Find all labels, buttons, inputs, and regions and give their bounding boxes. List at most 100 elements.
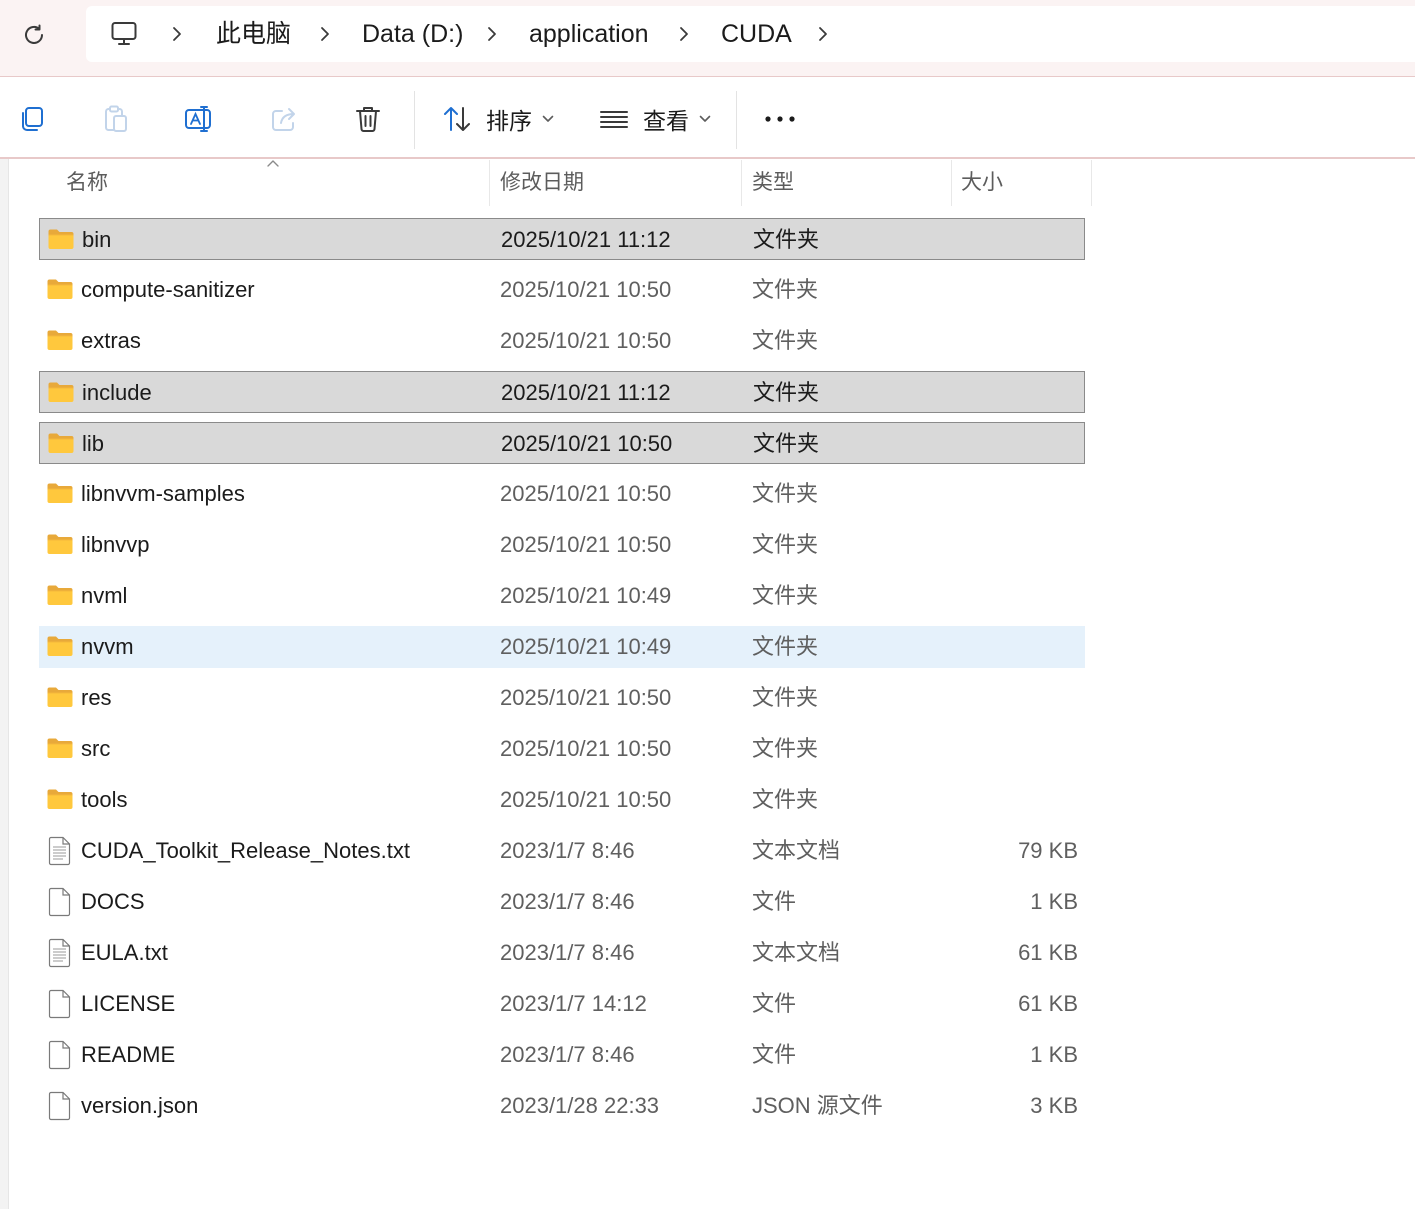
view-list-icon — [600, 111, 628, 128]
column-divider[interactable] — [951, 160, 952, 206]
breadcrumb-chevron-icon[interactable] — [484, 23, 500, 45]
rename-icon — [185, 106, 211, 132]
file-row[interactable]: libnvvp 2025/10/21 10:50 文件夹 — [39, 524, 1085, 566]
toolbar-divider — [414, 91, 415, 149]
file-modified-date: 2023/1/28 22:33 — [500, 1093, 660, 1118]
refresh-button[interactable] — [14, 17, 54, 53]
breadcrumb-item-application[interactable]: application — [529, 18, 649, 50]
file-type: 文件夹 — [753, 227, 820, 252]
file-type: 文件夹 — [752, 328, 819, 353]
text-file-icon — [48, 938, 76, 968]
delete-button[interactable] — [350, 101, 386, 137]
file-type: 文本文档 — [752, 940, 841, 965]
file-modified-date: 2025/10/21 10:50 — [500, 277, 672, 302]
folder-icon — [46, 787, 74, 813]
file-type: 文件夹 — [753, 380, 820, 405]
file-row[interactable]: compute-sanitizer 2025/10/21 10:50 文件夹 — [39, 269, 1085, 311]
copy-button[interactable] — [14, 101, 50, 137]
file-row[interactable]: version.json 2023/1/28 22:33 JSON 源文件 3 KB — [39, 1085, 1085, 1127]
file-type: 文件夹 — [752, 532, 819, 557]
file-row[interactable]: lib 2025/10/21 10:50 文件夹 — [39, 422, 1085, 464]
view-label: 查看 — [643, 108, 689, 134]
paste-icon — [105, 105, 127, 132]
column-type-header[interactable]: 类型 — [752, 160, 794, 206]
file-type: JSON 源文件 — [752, 1093, 883, 1118]
file-row[interactable]: LICENSE 2023/1/7 14:12 文件 61 KB — [39, 983, 1085, 1025]
rename-button[interactable] — [182, 101, 218, 137]
file-name: extras — [81, 328, 141, 353]
file-row[interactable]: extras 2025/10/21 10:50 文件夹 — [39, 320, 1085, 362]
refresh-icon — [25, 24, 43, 44]
this-pc-button[interactable] — [108, 18, 140, 50]
more-icon — [765, 116, 795, 122]
column-divider[interactable] — [1091, 160, 1092, 206]
file-type: 文件夹 — [753, 431, 820, 456]
file-name: EULA.txt — [81, 940, 168, 965]
file-type: 文件夹 — [752, 481, 819, 506]
folder-icon — [46, 685, 74, 711]
sort-menu-button[interactable]: 排序 — [442, 99, 554, 139]
file-row[interactable]: DOCS 2023/1/7 8:46 文件 1 KB — [39, 881, 1085, 923]
breadcrumb-item-this-pc[interactable]: 此电脑 — [216, 18, 291, 50]
file-modified-date: 2025/10/21 10:49 — [500, 583, 672, 608]
folder-icon — [47, 431, 75, 457]
file-row[interactable]: libnvvm-samples 2025/10/21 10:50 文件夹 — [39, 473, 1085, 515]
folder-icon — [46, 634, 74, 660]
file-name: nvvm — [81, 634, 134, 659]
more-options-button[interactable] — [762, 101, 798, 137]
file-row[interactable]: include 2025/10/21 11:12 文件夹 — [39, 371, 1085, 413]
file-size: 1 KB — [1030, 1042, 1078, 1067]
folder-icon — [46, 481, 74, 507]
column-name-header[interactable]: 名称 — [66, 160, 108, 206]
breadcrumb-item-data-drive[interactable]: Data (D:) — [362, 18, 463, 50]
file-row[interactable]: src 2025/10/21 10:50 文件夹 — [39, 728, 1085, 770]
breadcrumb-chevron-icon[interactable] — [815, 23, 831, 45]
file-row[interactable]: README 2023/1/7 8:46 文件 1 KB — [39, 1034, 1085, 1076]
file-type: 文件夹 — [752, 685, 819, 710]
column-divider[interactable] — [489, 160, 490, 206]
share-button[interactable] — [266, 101, 302, 137]
file-type: 文件 — [752, 889, 797, 914]
file-name: lib — [82, 431, 105, 456]
column-header: 名称 修改日期 类型 大小 — [40, 160, 1092, 206]
file-name: DOCS — [81, 889, 145, 914]
file-modified-date: 2025/10/21 10:50 — [500, 481, 672, 506]
paste-button[interactable] — [98, 101, 134, 137]
file-row[interactable]: bin 2025/10/21 11:12 文件夹 — [39, 218, 1085, 260]
toolbar-divider — [736, 91, 737, 149]
chevron-down-icon — [542, 115, 554, 123]
navigation-pane-edge[interactable] — [0, 159, 9, 1209]
view-menu-button[interactable]: 查看 — [599, 99, 711, 139]
file-size: 3 KB — [1030, 1093, 1078, 1118]
file-name: tools — [81, 787, 128, 812]
breadcrumb-chevron-icon[interactable] — [169, 23, 185, 45]
file-row[interactable]: res 2025/10/21 10:50 文件夹 — [39, 677, 1085, 719]
file-modified-date: 2025/10/21 10:50 — [500, 787, 672, 812]
folder-icon — [46, 532, 74, 558]
file-row[interactable]: tools 2025/10/21 10:50 文件夹 — [39, 779, 1085, 821]
file-row[interactable]: EULA.txt 2023/1/7 8:46 文本文档 61 KB — [39, 932, 1085, 974]
command-bar: 排序 查看 — [0, 77, 1415, 159]
breadcrumb-chevron-icon[interactable] — [676, 23, 692, 45]
file-modified-date: 2025/10/21 10:50 — [500, 532, 672, 557]
column-divider[interactable] — [741, 160, 742, 206]
breadcrumb-item-cuda[interactable]: CUDA — [721, 18, 792, 50]
file-row[interactable]: nvml 2025/10/21 10:49 文件夹 — [39, 575, 1085, 617]
file-type: 文件夹 — [752, 583, 819, 608]
breadcrumb[interactable]: 此电脑 Data (D:) application CUDA — [86, 6, 1415, 62]
column-modified-header[interactable]: 修改日期 — [500, 160, 584, 206]
file-name: version.json — [81, 1093, 199, 1118]
share-icon — [272, 108, 295, 131]
column-size-header[interactable]: 大小 — [961, 160, 1003, 206]
file-type: 文本文档 — [752, 838, 841, 863]
file-modified-date: 2025/10/21 10:50 — [501, 431, 673, 456]
blank-file-icon — [48, 887, 76, 917]
file-modified-date: 2025/10/21 10:49 — [500, 634, 672, 659]
file-size: 61 KB — [1018, 940, 1078, 965]
file-name: src — [81, 736, 111, 761]
file-row[interactable]: CUDA_Toolkit_Release_Notes.txt 2023/1/7 8… — [39, 830, 1085, 872]
sort-icon — [444, 107, 470, 131]
file-row[interactable]: nvvm 2025/10/21 10:49 文件夹 — [39, 626, 1085, 668]
file-type: 文件夹 — [752, 787, 819, 812]
breadcrumb-chevron-icon[interactable] — [317, 23, 333, 45]
